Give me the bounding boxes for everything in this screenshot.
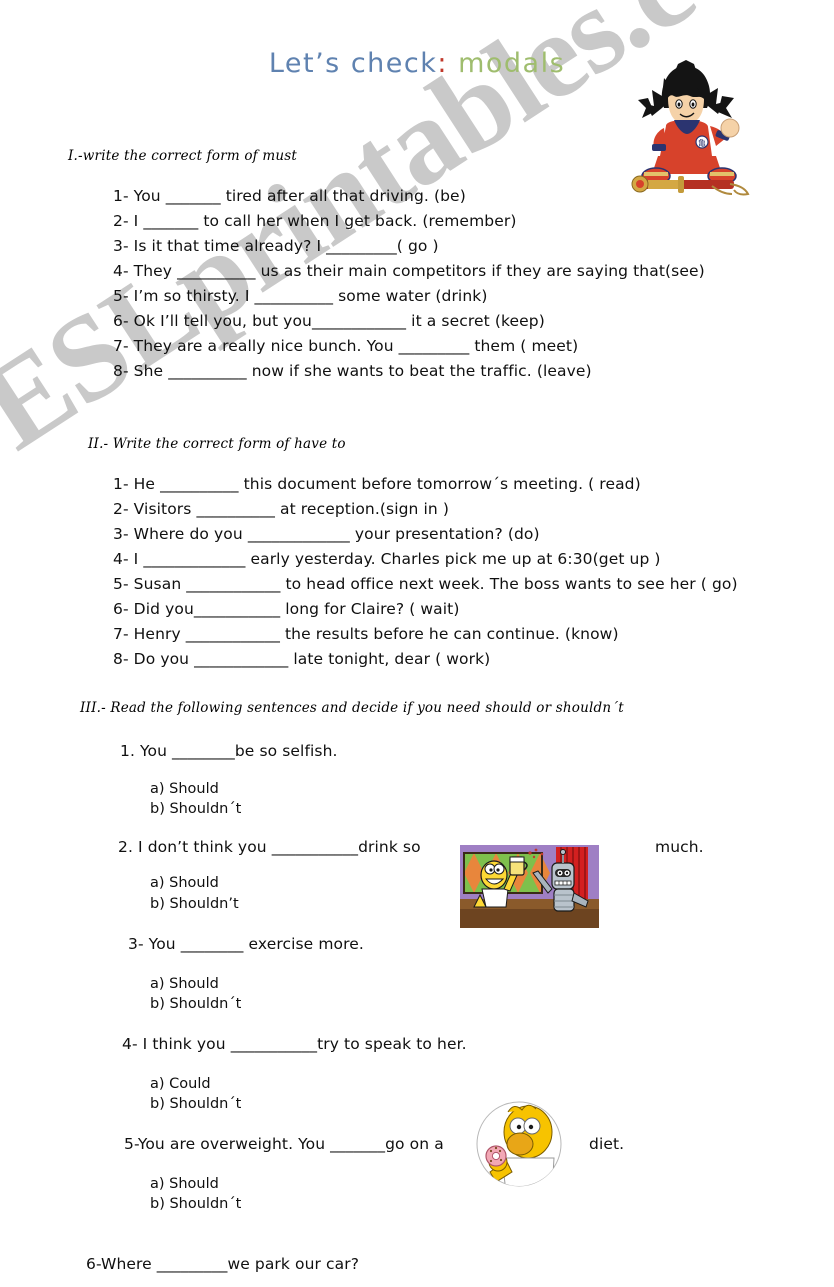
section-3-question-2-prompt: 2. I don’t think you ___________drink so — [118, 838, 421, 856]
worksheet-page: ESLprintables.com 亀 Let’s check: modals … — [0, 0, 834, 1287]
section-1-item-7: 7- They are a really nice bunch. You ___… — [113, 337, 579, 355]
section-1-item-4: 4- They __________ us as their main comp… — [113, 262, 705, 280]
title-colon: : — [437, 48, 448, 79]
section-3-question-5-option-a[interactable]: a) Should — [150, 1176, 219, 1192]
section-1-item-5: 5- I’m so thirsty. I __________ some wat… — [113, 287, 488, 305]
section-3-question-4-option-b[interactable]: b) Shouldn´t — [150, 1096, 241, 1112]
section-1-item-6: 6- Ok I’ll tell you, but you____________… — [113, 312, 545, 330]
section-3-question-3-prompt: 3- You ________ exercise more. — [128, 935, 364, 953]
section-3-question-1-option-a[interactable]: a) Should — [150, 781, 219, 797]
section-3-question-3-option-b[interactable]: b) Shouldn´t — [150, 996, 241, 1012]
homer-donut-image — [476, 1101, 562, 1187]
section-3-heading: III.- Read the following sentences and d… — [80, 700, 624, 716]
section-3-question-4-prompt: 4- I think you ___________try to speak t… — [122, 1035, 467, 1053]
title-topic: modals — [458, 48, 566, 79]
section-3-question-4-option-a[interactable]: a) Could — [150, 1076, 211, 1092]
section-2-heading: II.- Write the correct form of have to — [88, 436, 346, 452]
section-3-question-5-prompt: 5-You are overweight. You _______go on a — [124, 1135, 444, 1153]
section-3-question-1-option-b[interactable]: b) Shouldn´t — [150, 801, 241, 817]
section-3-question-1-prompt: 1. You ________be so selfish. — [120, 742, 338, 760]
section-2-item-8: 8- Do you ____________ late tonight, dea… — [113, 650, 491, 668]
section-2-item-4: 4- I _____________ early yesterday. Char… — [113, 550, 661, 568]
section-1-heading: I.-write the correct form of must — [68, 148, 298, 164]
section-2-item-7: 7- Henry ____________ the results before… — [113, 625, 619, 643]
homer-bender-bar-image — [460, 845, 599, 928]
svg-text:亀: 亀 — [698, 138, 706, 148]
section-1-item-1: 1- You _______ tired after all that driv… — [113, 187, 466, 205]
title-prefix: Let’s check — [268, 48, 438, 79]
section-2-item-1: 1- He __________ this document before to… — [113, 475, 641, 493]
section-3-question-6-prompt: 6-Where _________we park our car? — [86, 1255, 360, 1273]
section-3-question-2-option-b[interactable]: b) Shouldn’t — [150, 896, 239, 912]
section-1-item-3: 3- Is it that time already? I _________(… — [113, 237, 439, 255]
section-3-question-2-option-a[interactable]: a) Should — [150, 875, 219, 891]
section-3-question-2-prompt-tail: much. — [655, 838, 704, 856]
section-2-item-6: 6- Did you___________ long for Claire? (… — [113, 600, 460, 618]
section-2-item-5: 5- Susan ____________ to head office nex… — [113, 575, 738, 593]
section-1-item-8: 8- She __________ now if she wants to be… — [113, 362, 592, 380]
section-2-item-3: 3- Where do you _____________ your prese… — [113, 525, 540, 543]
section-1-item-2: 2- I _______ to call her when I get back… — [113, 212, 517, 230]
section-3-question-3-option-a[interactable]: a) Should — [150, 976, 219, 992]
goku-sitting-with-sword-icon: 亀 — [631, 60, 750, 196]
section-2-item-2: 2- Visitors __________ at reception.(sig… — [113, 500, 450, 518]
section-3-question-5-prompt-tail: diet. — [589, 1135, 625, 1153]
section-3-question-5-option-b[interactable]: b) Shouldn´t — [150, 1196, 241, 1212]
